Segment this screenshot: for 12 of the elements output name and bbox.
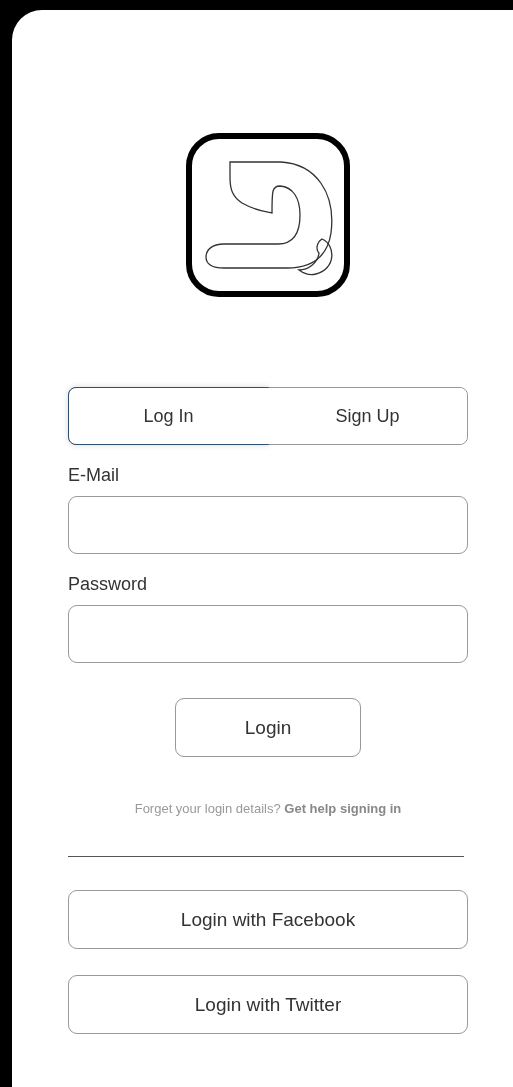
- input-field[interactable]: [68, 605, 468, 663]
- login-button[interactable]: Login: [175, 698, 361, 757]
- input-field[interactable]: [68, 496, 468, 554]
- logo-icon: [186, 133, 350, 297]
- social-login-button[interactable]: Login with Facebook: [68, 890, 468, 949]
- tab[interactable]: Log In: [68, 387, 269, 445]
- field-label: Password: [68, 574, 149, 595]
- help-link[interactable]: Get help signing in: [284, 801, 402, 816]
- social-login-button[interactable]: Login with Twitter: [68, 975, 468, 1034]
- field-label: E-Mail: [68, 465, 120, 486]
- help-text: Forget your login details? Get help signing in: [133, 801, 403, 816]
- tab[interactable]: Sign Up: [268, 388, 467, 444]
